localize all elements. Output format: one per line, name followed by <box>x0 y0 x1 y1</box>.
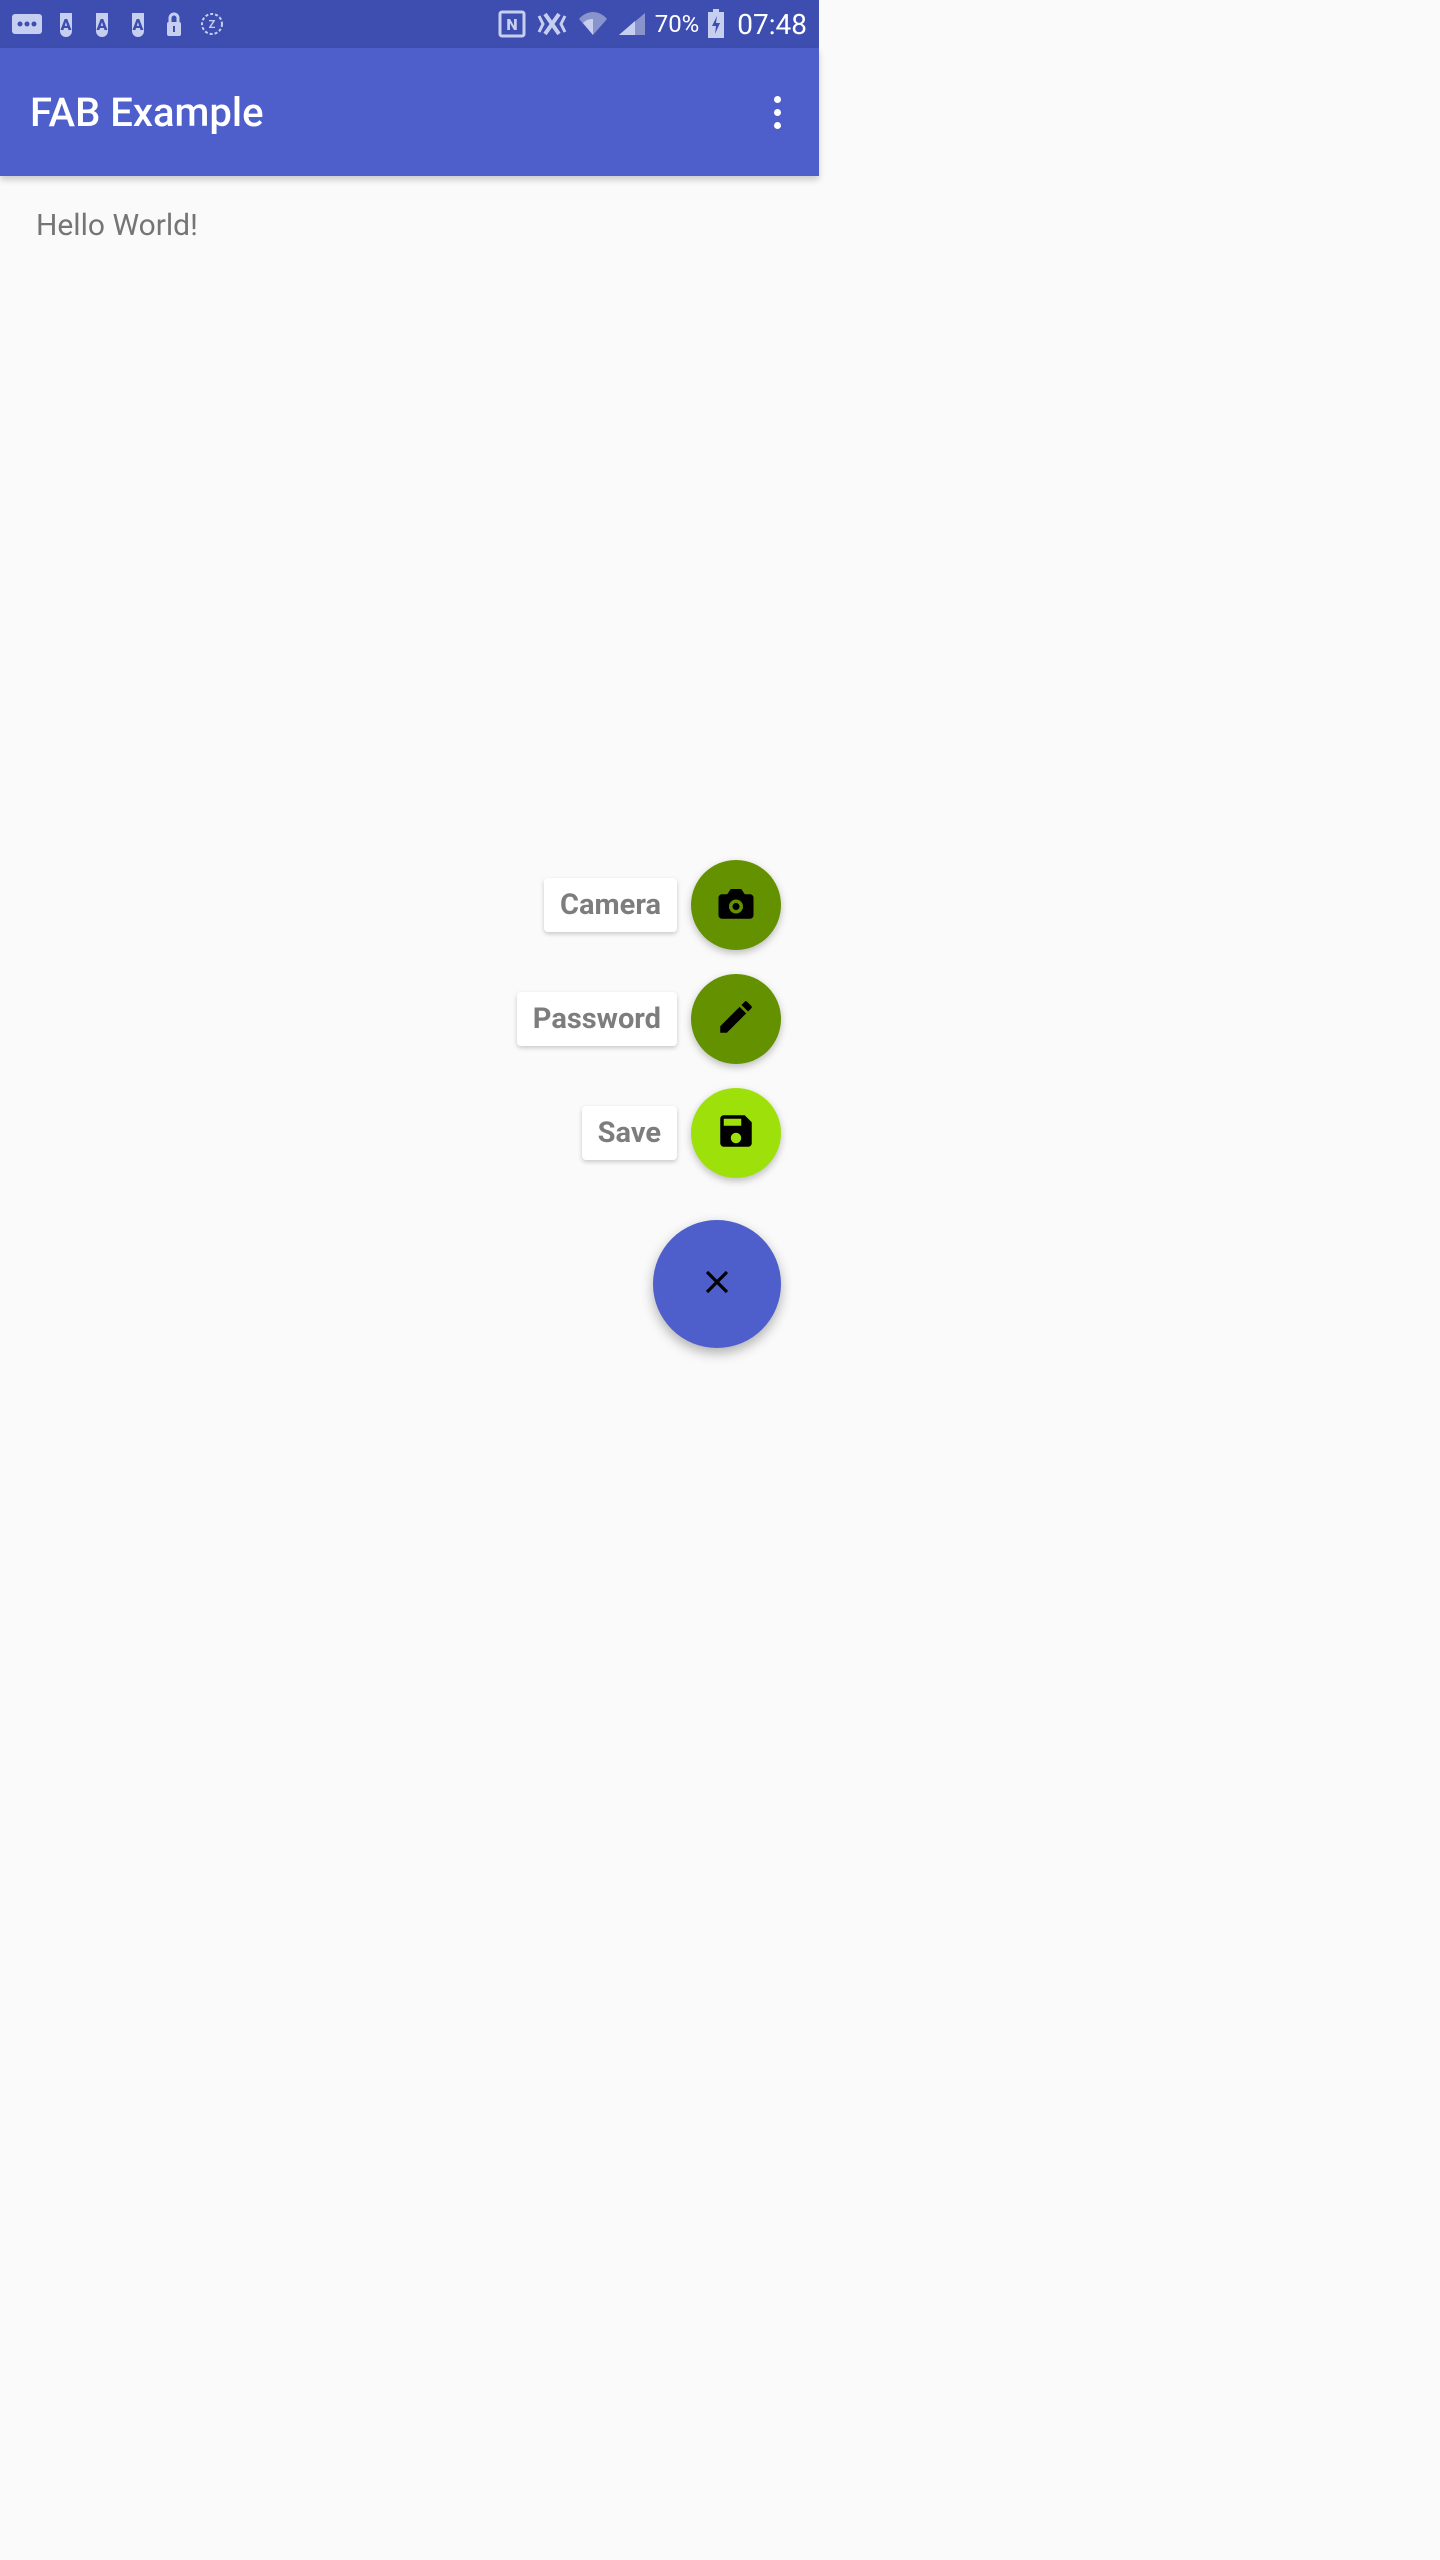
nfc-icon: N <box>497 9 527 39</box>
a-badge-icon: A <box>90 10 114 38</box>
svg-text:Z: Z <box>209 18 216 31</box>
signal-icon <box>617 11 647 37</box>
dot-icon <box>774 122 781 129</box>
close-icon <box>698 1263 736 1305</box>
overflow-menu-button[interactable] <box>766 88 789 137</box>
gear-icon: Z <box>198 10 226 38</box>
battery-charging-icon <box>707 9 725 39</box>
fab-label-save: Save <box>582 1106 677 1160</box>
vibrate-icon <box>535 10 569 38</box>
dot-icon <box>774 109 781 116</box>
fab-save-button[interactable] <box>691 1088 781 1178</box>
app-title: FAB Example <box>30 89 264 136</box>
svg-text:A: A <box>132 15 144 34</box>
fab-main-button[interactable] <box>653 1220 781 1348</box>
fab-password-button[interactable] <box>691 974 781 1064</box>
svg-text:A: A <box>60 15 72 34</box>
status-bar: A A A Z N 70% 07:48 <box>0 0 819 48</box>
a-badge-icon: A <box>126 10 150 38</box>
app-bar: FAB Example <box>0 48 819 176</box>
a-badge-icon: A <box>54 10 78 38</box>
fab-camera-button[interactable] <box>691 860 781 950</box>
lock-icon <box>162 10 186 38</box>
status-bar-left: A A A Z <box>12 10 226 38</box>
fab-label-camera: Camera <box>544 878 677 932</box>
wifi-icon <box>577 11 609 37</box>
fab-label-password: Password <box>517 992 677 1046</box>
fab-speed-dial: Camera Password Save <box>517 860 781 1348</box>
main-content: Hello World! <box>0 176 819 275</box>
status-time: 07:48 <box>737 8 807 41</box>
save-icon <box>715 1110 757 1156</box>
notification-more-icon <box>12 12 42 36</box>
fab-item-password: Password <box>517 974 781 1064</box>
svg-text:A: A <box>96 15 108 34</box>
svg-text:N: N <box>506 15 517 34</box>
edit-icon <box>715 996 757 1042</box>
fab-item-camera: Camera <box>544 860 781 950</box>
fab-item-save: Save <box>582 1088 781 1178</box>
dot-icon <box>774 96 781 103</box>
camera-icon <box>713 882 759 928</box>
status-bar-right: N 70% 07:48 <box>497 8 807 41</box>
greeting-text: Hello World! <box>36 208 783 243</box>
battery-percent: 70% <box>655 10 700 38</box>
